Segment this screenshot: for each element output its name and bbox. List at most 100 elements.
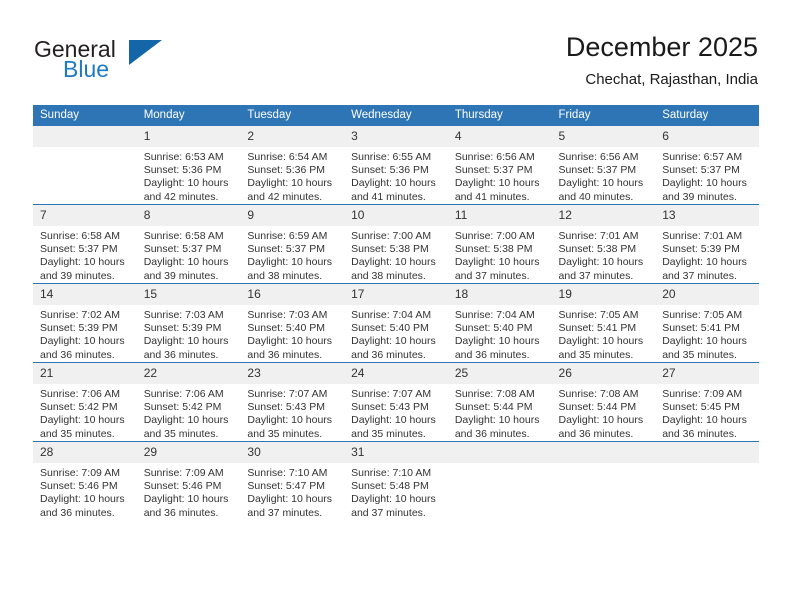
sunset-text: Sunset: 5:44 PM bbox=[558, 401, 637, 414]
day-details: Sunrise: 6:57 AM Sunset: 5:37 PM Dayligh… bbox=[655, 147, 759, 204]
sunset-text: Sunset: 5:36 PM bbox=[351, 164, 429, 177]
sunrise-text: Sunrise: 6:56 AM bbox=[558, 151, 639, 163]
calendar-day-cell[interactable]: 4 Sunrise: 6:56 AM Sunset: 5:37 PM Dayli… bbox=[447, 126, 552, 205]
calendar-day-cell[interactable]: 29 Sunrise: 7:09 AM Sunset: 5:46 PM Dayl… bbox=[136, 441, 241, 520]
daylight-text-line2: and 36 minutes. bbox=[143, 506, 219, 519]
day-number: 28 bbox=[33, 442, 137, 463]
sunrise-text: Sunrise: 7:09 AM bbox=[662, 388, 743, 400]
sunset-text: Sunset: 5:39 PM bbox=[40, 322, 118, 335]
day-number: 9 bbox=[240, 205, 345, 226]
day-number: 10 bbox=[344, 205, 448, 226]
daylight-text-line2: and 39 minutes. bbox=[662, 190, 737, 203]
calendar-day-cell[interactable] bbox=[447, 441, 552, 520]
sunset-text: Sunset: 5:37 PM bbox=[40, 243, 118, 256]
calendar-day-cell[interactable]: 10 Sunrise: 7:00 AM Sunset: 5:38 PM Dayl… bbox=[344, 204, 448, 284]
calendar-day-cell[interactable]: 20 Sunrise: 7:05 AM Sunset: 5:41 PM Dayl… bbox=[655, 283, 759, 363]
calendar-day-cell[interactable]: 25 Sunrise: 7:08 AM Sunset: 5:44 PM Dayl… bbox=[447, 362, 552, 442]
day-details bbox=[448, 463, 552, 467]
calendar-day-cell[interactable]: 1 Sunrise: 6:53 AM Sunset: 5:36 PM Dayli… bbox=[136, 126, 241, 205]
sunrise-text: Sunrise: 7:03 AM bbox=[143, 309, 224, 321]
calendar-week-row: 1 Sunrise: 6:53 AM Sunset: 5:36 PM Dayli… bbox=[33, 126, 759, 205]
daylight-text-line1: Daylight: 10 hours bbox=[558, 256, 644, 269]
sunset-text: Sunset: 5:37 PM bbox=[662, 164, 740, 177]
calendar-day-cell[interactable]: 31 Sunrise: 7:10 AM Sunset: 5:48 PM Dayl… bbox=[344, 441, 448, 520]
page-subtitle: Chechat, Rajasthan, India bbox=[585, 71, 758, 88]
blue-triangle-icon bbox=[129, 40, 162, 65]
daylight-text-line2: and 37 minutes. bbox=[247, 506, 323, 519]
calendar-day-cell[interactable]: 2 Sunrise: 6:54 AM Sunset: 5:36 PM Dayli… bbox=[240, 126, 345, 205]
daylight-text-line2: and 36 minutes. bbox=[143, 348, 219, 361]
calendar-day-cell[interactable]: 13 Sunrise: 7:01 AM Sunset: 5:39 PM Dayl… bbox=[655, 204, 759, 284]
daylight-text-line1: Daylight: 10 hours bbox=[454, 414, 540, 427]
sunrise-text: Sunrise: 6:53 AM bbox=[143, 151, 224, 163]
calendar-day-cell[interactable]: 17 Sunrise: 7:04 AM Sunset: 5:40 PM Dayl… bbox=[344, 283, 448, 363]
calendar-day-cell[interactable]: 15 Sunrise: 7:03 AM Sunset: 5:39 PM Dayl… bbox=[136, 283, 241, 363]
calendar-day-cell[interactable] bbox=[551, 441, 656, 520]
daylight-text-line1: Daylight: 10 hours bbox=[558, 414, 644, 427]
daylight-text-line1: Daylight: 10 hours bbox=[247, 493, 333, 506]
calendar-day-cell[interactable]: 3 Sunrise: 6:55 AM Sunset: 5:36 PM Dayli… bbox=[344, 126, 448, 205]
calendar-day-cell[interactable]: 23 Sunrise: 7:07 AM Sunset: 5:43 PM Dayl… bbox=[240, 362, 345, 442]
calendar-day-cell[interactable]: 8 Sunrise: 6:58 AM Sunset: 5:37 PM Dayli… bbox=[136, 204, 241, 284]
calendar-day-cell[interactable]: 22 Sunrise: 7:06 AM Sunset: 5:42 PM Dayl… bbox=[136, 362, 241, 442]
daylight-text-line1: Daylight: 10 hours bbox=[662, 335, 747, 348]
daylight-text-line1: Daylight: 10 hours bbox=[247, 414, 333, 427]
calendar-day-cell[interactable]: 21 Sunrise: 7:06 AM Sunset: 5:42 PM Dayl… bbox=[33, 362, 137, 442]
calendar-day-cell[interactable]: 16 Sunrise: 7:03 AM Sunset: 5:40 PM Dayl… bbox=[240, 283, 345, 363]
sunrise-text: Sunrise: 6:56 AM bbox=[454, 151, 535, 163]
calendar-day-cell[interactable]: 9 Sunrise: 6:59 AM Sunset: 5:37 PM Dayli… bbox=[240, 204, 345, 284]
daylight-text-line1: Daylight: 10 hours bbox=[143, 414, 229, 427]
daylight-text-line1: Daylight: 10 hours bbox=[40, 414, 125, 427]
daylight-text-line1: Daylight: 10 hours bbox=[454, 256, 540, 269]
daylight-text-line1: Daylight: 10 hours bbox=[558, 177, 644, 190]
day-details: Sunrise: 6:59 AM Sunset: 5:37 PM Dayligh… bbox=[240, 226, 344, 283]
sunrise-text: Sunrise: 7:09 AM bbox=[40, 467, 120, 479]
daylight-text-line1: Daylight: 10 hours bbox=[351, 335, 436, 348]
sunset-text: Sunset: 5:43 PM bbox=[351, 401, 429, 414]
day-number bbox=[447, 442, 552, 463]
day-number: 4 bbox=[447, 126, 552, 147]
daylight-text-line1: Daylight: 10 hours bbox=[662, 256, 747, 269]
calendar-day-cell[interactable]: 7 Sunrise: 6:58 AM Sunset: 5:37 PM Dayli… bbox=[33, 204, 137, 284]
calendar-day-cell[interactable]: 5 Sunrise: 6:56 AM Sunset: 5:37 PM Dayli… bbox=[551, 126, 656, 205]
calendar-day-cell[interactable]: 12 Sunrise: 7:01 AM Sunset: 5:38 PM Dayl… bbox=[551, 204, 656, 284]
calendar-day-cell[interactable] bbox=[33, 126, 137, 205]
daylight-text-line2: and 36 minutes. bbox=[351, 348, 426, 361]
logo-text-blue: Blue bbox=[63, 56, 110, 82]
day-number: 25 bbox=[447, 363, 552, 384]
daylight-text-line2: and 40 minutes. bbox=[558, 190, 634, 203]
day-number: 17 bbox=[344, 284, 448, 305]
day-details: Sunrise: 6:56 AM Sunset: 5:37 PM Dayligh… bbox=[552, 147, 656, 204]
day-details: Sunrise: 6:56 AM Sunset: 5:37 PM Dayligh… bbox=[448, 147, 552, 204]
calendar-day-cell[interactable] bbox=[655, 441, 759, 520]
calendar-day-cell[interactable]: 27 Sunrise: 7:09 AM Sunset: 5:45 PM Dayl… bbox=[655, 362, 759, 442]
daylight-text-line2: and 35 minutes. bbox=[247, 427, 323, 440]
daylight-text-line1: Daylight: 10 hours bbox=[247, 256, 333, 269]
weekday-header-saturday: Saturday bbox=[655, 105, 759, 126]
calendar-day-cell[interactable]: 30 Sunrise: 7:10 AM Sunset: 5:47 PM Dayl… bbox=[240, 441, 345, 520]
daylight-text-line1: Daylight: 10 hours bbox=[143, 493, 229, 506]
sunset-text: Sunset: 5:42 PM bbox=[40, 401, 118, 414]
sunrise-text: Sunrise: 6:58 AM bbox=[40, 230, 120, 242]
day-number: 1 bbox=[136, 126, 241, 147]
day-number: 24 bbox=[344, 363, 448, 384]
calendar-day-cell[interactable]: 19 Sunrise: 7:05 AM Sunset: 5:41 PM Dayl… bbox=[551, 283, 656, 363]
day-details: Sunrise: 7:07 AM Sunset: 5:43 PM Dayligh… bbox=[240, 384, 344, 441]
general-blue-logo[interactable]: General Blue bbox=[34, 36, 234, 92]
day-details: Sunrise: 7:10 AM Sunset: 5:47 PM Dayligh… bbox=[240, 463, 344, 520]
calendar-day-cell[interactable]: 26 Sunrise: 7:08 AM Sunset: 5:44 PM Dayl… bbox=[551, 362, 656, 442]
calendar-day-cell[interactable]: 6 Sunrise: 6:57 AM Sunset: 5:37 PM Dayli… bbox=[655, 126, 759, 205]
calendar-day-cell[interactable]: 11 Sunrise: 7:00 AM Sunset: 5:38 PM Dayl… bbox=[447, 204, 552, 284]
daylight-text-line2: and 39 minutes. bbox=[143, 269, 219, 282]
calendar-day-cell[interactable]: 28 Sunrise: 7:09 AM Sunset: 5:46 PM Dayl… bbox=[33, 441, 137, 520]
sunrise-text: Sunrise: 6:59 AM bbox=[247, 230, 328, 242]
daylight-text-line2: and 35 minutes. bbox=[351, 427, 426, 440]
sunset-text: Sunset: 5:43 PM bbox=[247, 401, 326, 414]
daylight-text-line1: Daylight: 10 hours bbox=[40, 335, 125, 348]
sunset-text: Sunset: 5:45 PM bbox=[662, 401, 740, 414]
sunset-text: Sunset: 5:36 PM bbox=[247, 164, 326, 177]
calendar-day-cell[interactable]: 14 Sunrise: 7:02 AM Sunset: 5:39 PM Dayl… bbox=[33, 283, 137, 363]
calendar-day-cell[interactable]: 18 Sunrise: 7:04 AM Sunset: 5:40 PM Dayl… bbox=[447, 283, 552, 363]
sunrise-text: Sunrise: 7:10 AM bbox=[247, 467, 328, 479]
calendar-day-cell[interactable]: 24 Sunrise: 7:07 AM Sunset: 5:43 PM Dayl… bbox=[344, 362, 448, 442]
